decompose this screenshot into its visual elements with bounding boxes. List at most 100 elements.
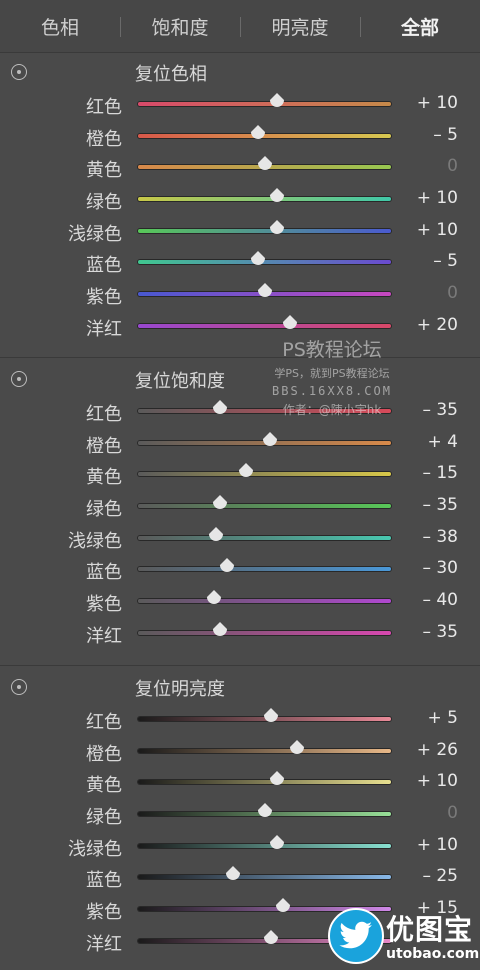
slider-row-aqua: 浅绿色 – 38 [0, 524, 480, 556]
slider-value[interactable]: – 5 [433, 125, 458, 145]
slider-row-orange: 橙色 + 26 [0, 737, 480, 769]
slider-track[interactable] [138, 843, 391, 848]
slider-row-blue: 蓝色 – 25 [0, 863, 480, 895]
slider-label: 蓝色 [86, 870, 122, 892]
section-header: 复位饱和度 [0, 365, 480, 397]
slider-value[interactable]: + 10 [417, 835, 458, 855]
slider-row-green: 绿色 – 35 [0, 492, 480, 524]
slider-value[interactable]: – 35 [422, 400, 458, 420]
slider-value[interactable]: – 40 [422, 590, 458, 610]
slider-label: 红色 [86, 712, 122, 733]
luminance-section: 复位明亮度 红色 + 5 橙色 + 26 黄色 + 10 绿色 0 浅绿色 + 10 蓝色 – 25 紫色… [0, 673, 480, 959]
slider-value[interactable]: + 4 [428, 432, 458, 452]
slider-label: 紫色 [86, 287, 122, 309]
slider-label: 洋红 [86, 318, 122, 340]
slider-row-red: 红色 – 35 [0, 397, 480, 429]
target-adjust-icon[interactable] [11, 64, 27, 80]
slider-track[interactable] [138, 907, 391, 912]
slider-track[interactable] [138, 780, 391, 785]
slider-value[interactable]: + 20 [417, 315, 458, 335]
slider-track[interactable] [138, 197, 391, 202]
section-header: 复位色相 [0, 58, 480, 90]
slider-value[interactable]: + 10 [417, 220, 458, 240]
slider-track[interactable] [138, 748, 391, 753]
slider-row-yellow: 黄色 – 15 [0, 460, 480, 492]
slider-label: 红色 [86, 97, 122, 118]
slider-label: 蓝色 [86, 562, 122, 584]
slider-track[interactable] [138, 630, 391, 635]
slider-track[interactable] [138, 875, 391, 880]
slider-value[interactable]: – 30 [422, 558, 458, 578]
slider-row-magenta: 洋红 – 35 [0, 619, 480, 651]
slider-label: 绿色 [86, 192, 122, 214]
hue-section: 复位色相 红色 + 10 橙色 – 5 黄色 0 绿色 + 10 浅绿色 + 10 蓝色 – 5 紫色 0 洋… [0, 58, 480, 344]
tab-all[interactable]: 全部 [360, 13, 480, 40]
slider-row-yellow: 黄色 0 [0, 153, 480, 185]
slider-track[interactable] [138, 260, 391, 265]
slider-label: 洋红 [86, 625, 122, 647]
slider-value[interactable]: + 10 [417, 771, 458, 791]
slider-track[interactable] [138, 472, 391, 477]
slider-label: 橙色 [86, 435, 122, 457]
target-adjust-icon[interactable] [11, 679, 27, 695]
slider-label: 黄色 [86, 775, 122, 797]
tab-bar: 色相 饱和度 明亮度 全部 [0, 0, 480, 53]
slider-row-blue: 蓝色 – 5 [0, 248, 480, 280]
slider-value[interactable]: 0 [447, 803, 458, 823]
slider-track[interactable] [138, 535, 391, 540]
slider-label: 绿色 [86, 499, 122, 521]
slider-row-red: 红色 + 5 [0, 705, 480, 737]
slider-track[interactable] [138, 323, 391, 328]
saturation-section: 复位饱和度红色 – 35 橙色 + 4 黄色 – 15 绿色 – 35 浅绿色 – 38 蓝色 – 3… [0, 365, 480, 651]
slider-value[interactable]: 0 [447, 156, 458, 176]
slider-row-magenta: 洋红 + 20 [0, 312, 480, 344]
slider-track[interactable] [138, 599, 391, 604]
slider-track[interactable] [138, 228, 391, 233]
slider-label: 蓝色 [86, 255, 122, 277]
slider-label: 浅绿色 [68, 838, 122, 860]
slider-row-orange: 橙色 + 4 [0, 429, 480, 461]
slider-track[interactable] [138, 567, 391, 572]
slider-row-blue: 蓝色 – 30 [0, 555, 480, 587]
slider-value[interactable]: – 38 [422, 527, 458, 547]
reset-hue-button[interactable]: 复位色相 [135, 60, 207, 86]
slider-label: 橙色 [86, 128, 122, 150]
slider-label: 浅绿色 [68, 223, 122, 245]
slider-label: 黄色 [86, 467, 122, 489]
slider-value[interactable]: + 15 [417, 898, 458, 918]
slider-label: 紫色 [86, 594, 122, 616]
slider-value[interactable]: 0 [447, 283, 458, 303]
section-divider [0, 357, 480, 358]
slider-value[interactable]: + 26 [417, 740, 458, 760]
slider-row-red: 红色 + 10 [0, 90, 480, 122]
slider-value[interactable]: – 5 [433, 251, 458, 271]
slider-value[interactable]: + 5 [428, 708, 458, 728]
slider-row-purple: 紫色 – 40 [0, 587, 480, 619]
slider-track[interactable] [138, 409, 391, 413]
slider-value[interactable]: – 35 [422, 622, 458, 642]
slider-row-purple: 紫色 0 [0, 280, 480, 312]
slider-row-aqua: 浅绿色 + 10 [0, 217, 480, 249]
slider-value[interactable]: + 10 [417, 188, 458, 208]
target-adjust-icon[interactable] [11, 371, 27, 387]
section-divider [0, 665, 480, 666]
slider-label: 橙色 [86, 743, 122, 765]
slider-value[interactable]: – 35 [422, 495, 458, 515]
slider-track[interactable] [138, 504, 391, 509]
tab-saturation[interactable]: 饱和度 [120, 13, 240, 40]
slider-row-purple: 紫色 + 15 [0, 895, 480, 927]
tab-luminance[interactable]: 明亮度 [240, 13, 360, 40]
slider-label: 浅绿色 [68, 530, 122, 552]
reset-luminance-button[interactable]: 复位明亮度 [135, 675, 225, 701]
reset-saturation-button[interactable]: 复位饱和度 [135, 367, 225, 393]
tab-hue[interactable]: 色相 [0, 13, 120, 40]
slider-value[interactable]: – 15 [422, 463, 458, 483]
slider-label: 绿色 [86, 807, 122, 829]
slider-value[interactable]: + 10 [417, 93, 458, 113]
slider-row-aqua: 浅绿色 + 10 [0, 832, 480, 864]
slider-value[interactable]: – 25 [422, 866, 458, 886]
slider-track[interactable] [138, 102, 391, 106]
slider-row-yellow: 黄色 + 10 [0, 768, 480, 800]
slider-row-green: 绿色 0 [0, 800, 480, 832]
slider-label: 黄色 [86, 160, 122, 182]
